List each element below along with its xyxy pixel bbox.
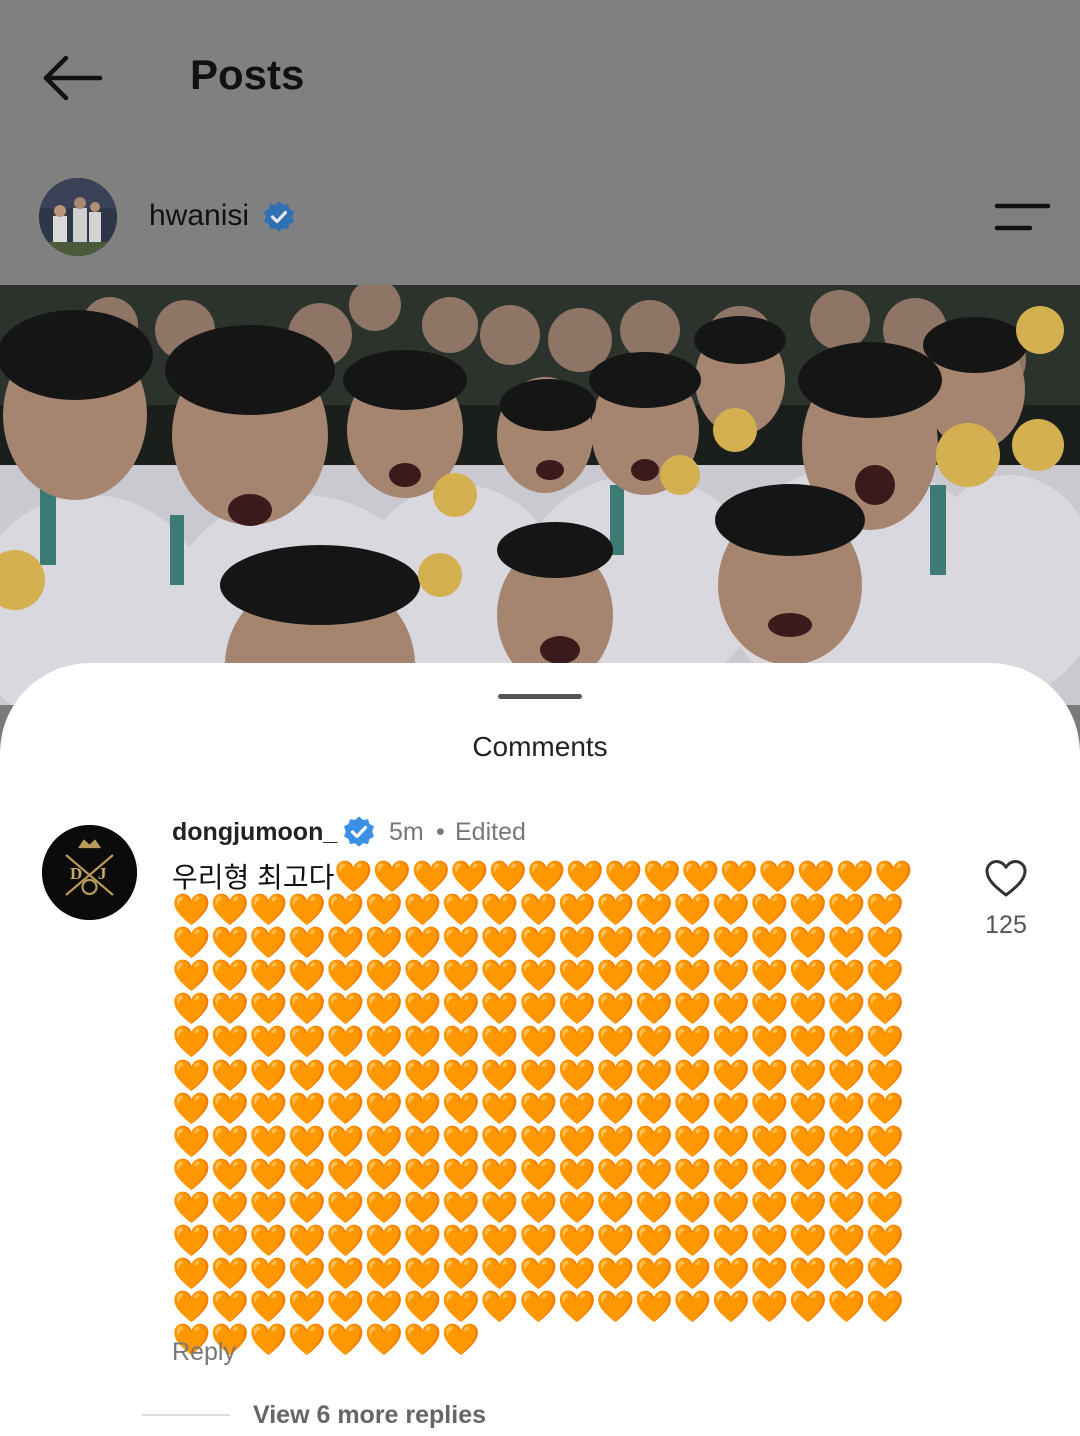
svg-text:J: J [98, 864, 107, 883]
meta-separator: • [436, 818, 445, 846]
sheet-drag-handle[interactable] [498, 694, 582, 699]
post-photo[interactable] [0, 285, 1080, 705]
edited-label: Edited [455, 818, 526, 846]
view-more-replies-button[interactable]: View 6 more replies [253, 1398, 486, 1432]
comment-hearts: 🧡🧡🧡🧡🧡🧡🧡🧡🧡🧡🧡🧡🧡🧡🧡🧡🧡🧡🧡🧡🧡🧡🧡🧡🧡🧡🧡🧡🧡🧡🧡🧡🧡🧡🧡🧡🧡🧡🧡🧡… [172, 859, 913, 1359]
menu-button[interactable] [994, 200, 1052, 234]
post-header: Posts hwanisi [0, 0, 1080, 285]
verified-badge-icon [342, 815, 376, 849]
replies-divider [142, 1414, 230, 1416]
comments-sheet: Comments D J dongjumoon_ 5m • Edited 우리형… [0, 663, 1080, 1436]
commenter-avatar[interactable]: D J [42, 825, 137, 920]
page-title: Posts [190, 51, 305, 98]
sheet-title: Comments [472, 731, 608, 762]
heart-outline-icon [985, 860, 1027, 897]
svg-text:D: D [70, 864, 82, 883]
comment-timestamp: 5m [389, 818, 424, 846]
commenter-username[interactable]: dongjumoon_ [172, 815, 337, 849]
verified-badge-icon [262, 200, 296, 234]
author-username[interactable]: hwanisi [149, 196, 249, 236]
dj-logo: D J [42, 825, 137, 920]
team-celebration-photo [0, 285, 1080, 705]
comment-body: 우리형 최고다🧡🧡🧡🧡🧡🧡🧡🧡🧡🧡🧡🧡🧡🧡🧡🧡🧡🧡🧡🧡🧡🧡🧡🧡🧡🧡🧡🧡🧡🧡🧡🧡🧡… [172, 859, 932, 1359]
author-avatar[interactable] [39, 178, 117, 256]
like-button[interactable] [984, 858, 1028, 898]
comment-text: 우리형 최고다 [172, 862, 335, 893]
menu-icon [994, 203, 1051, 231]
back-button[interactable] [38, 48, 108, 108]
app-screen: Posts hwanisi Comments D J dongjumoon_ 5… [0, 0, 1080, 1436]
avatar-photo [39, 178, 117, 256]
like-count: 125 [985, 911, 1027, 939]
reply-button[interactable]: Reply [172, 1335, 236, 1369]
arrow-left-icon [43, 55, 103, 101]
